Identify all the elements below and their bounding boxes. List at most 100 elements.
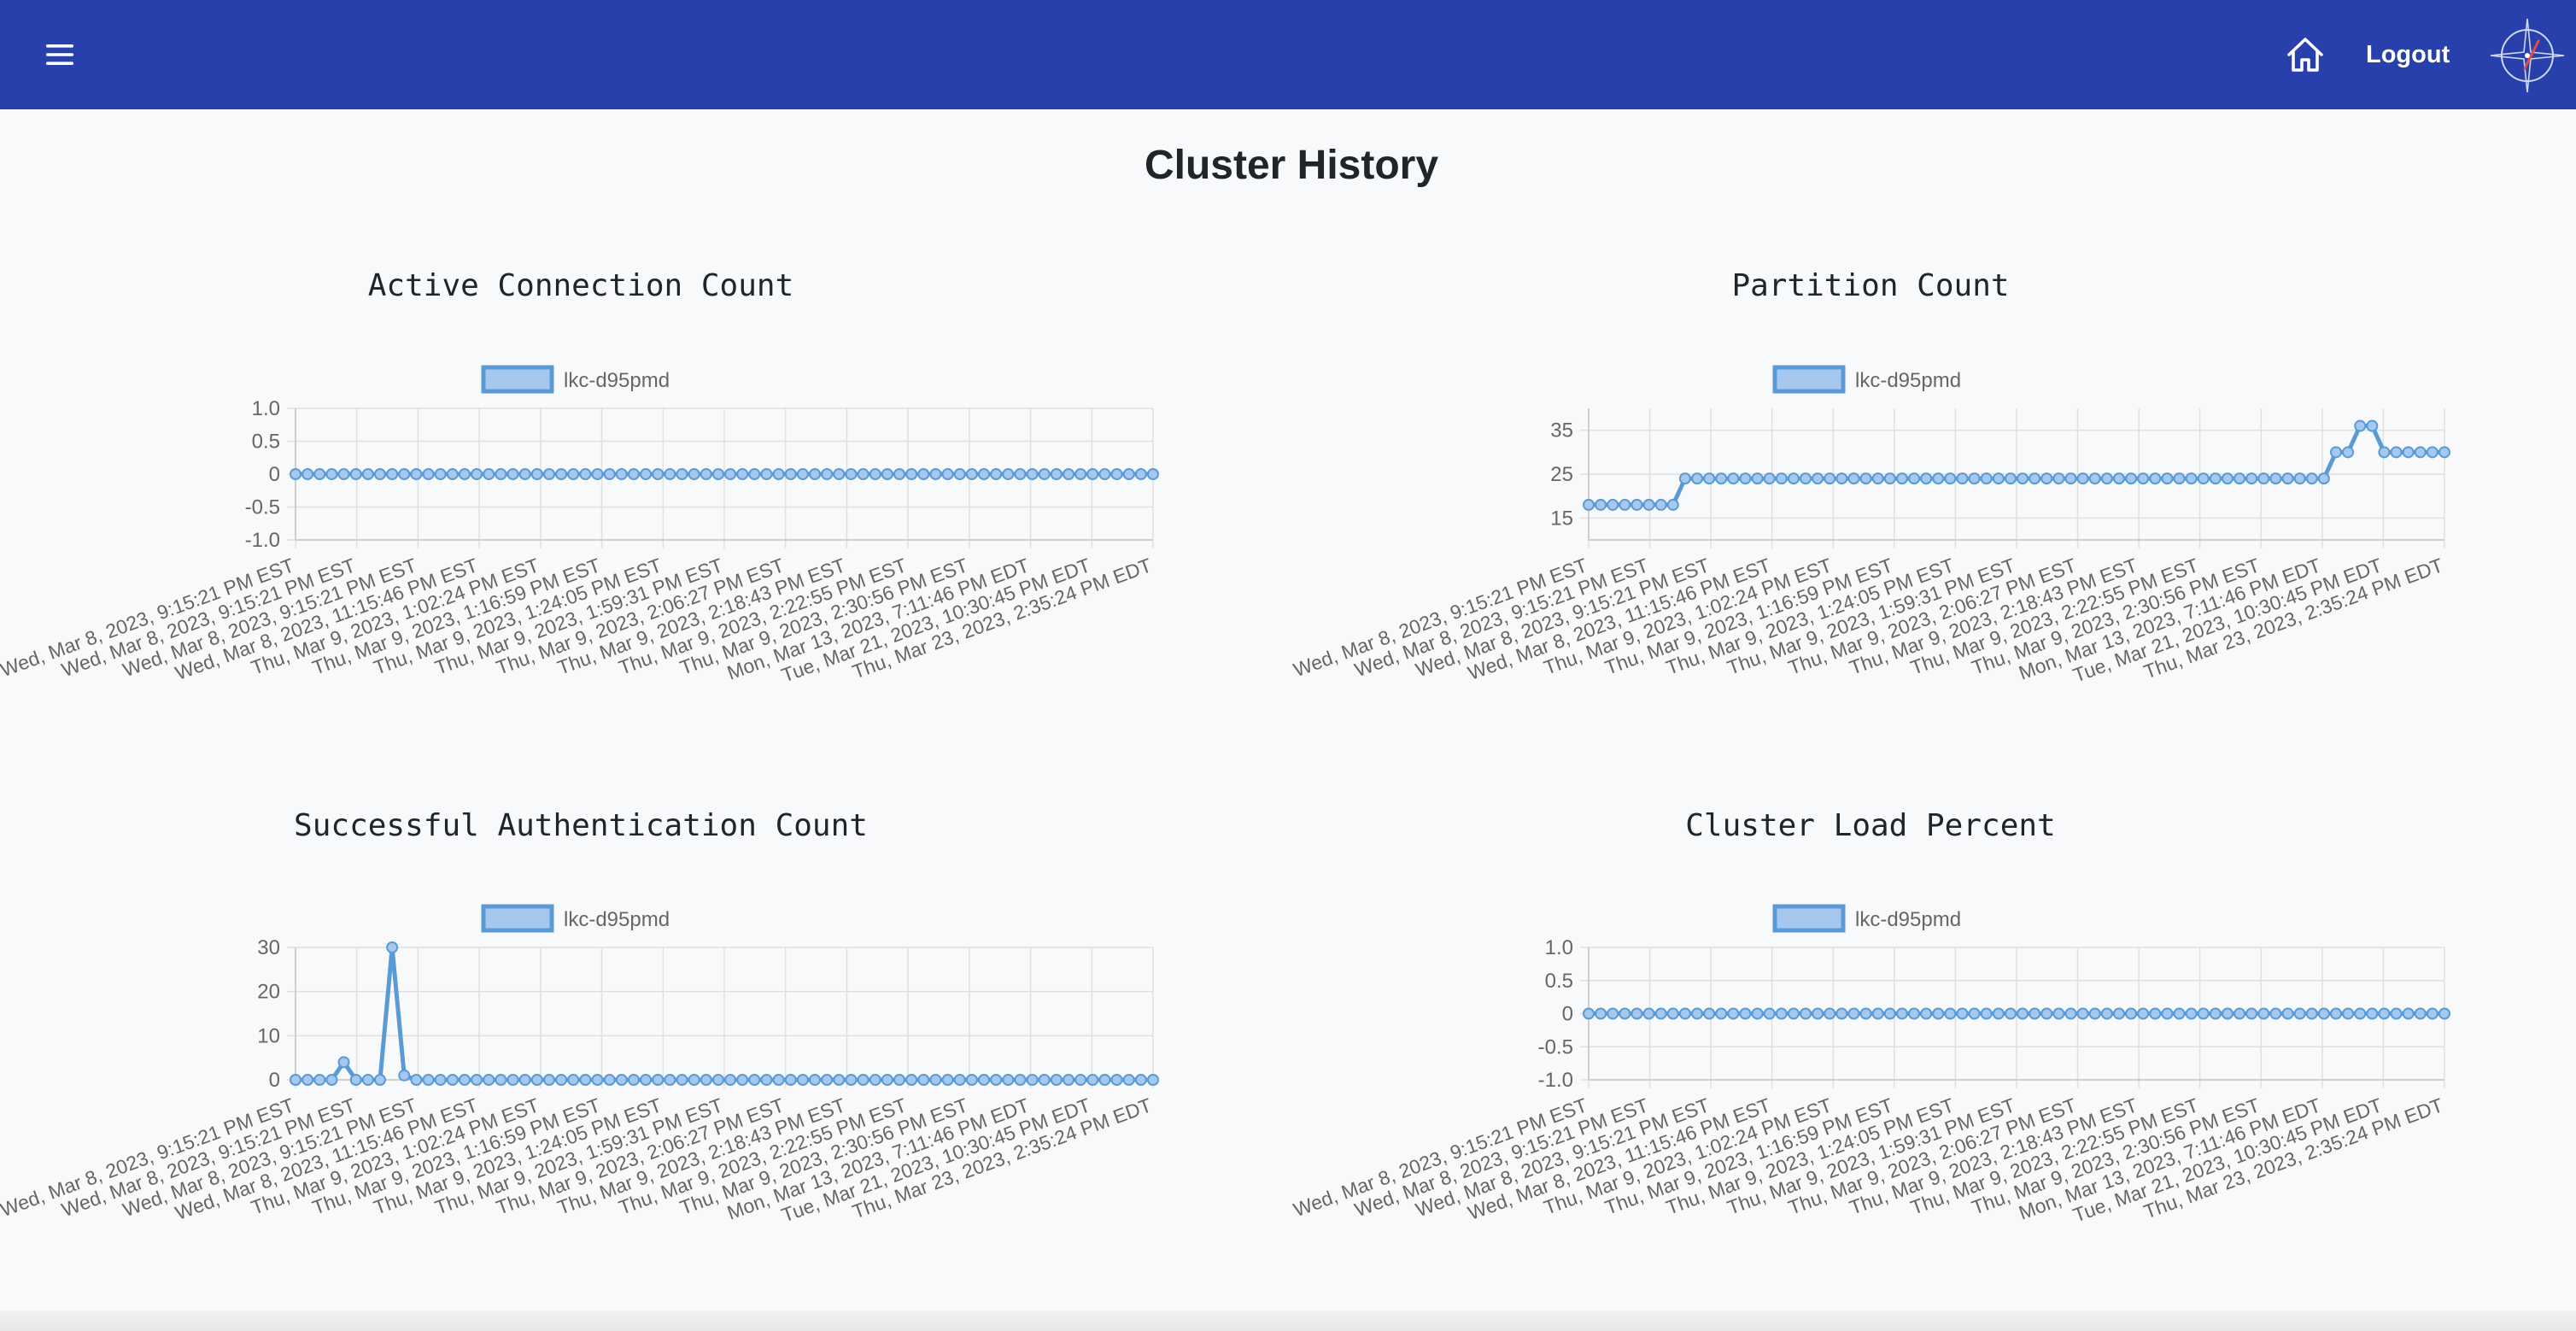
data-point	[337, 1056, 350, 1069]
y-tick-label: 10	[257, 1024, 280, 1047]
data-point	[1098, 1074, 1111, 1086]
data-point	[772, 1074, 785, 1086]
data-point	[2125, 1007, 2138, 1020]
data-point	[929, 468, 942, 480]
data-point	[2317, 1007, 2330, 1020]
data-point	[652, 468, 664, 480]
data-point	[2293, 1007, 2306, 1020]
data-point	[881, 1074, 893, 1086]
data-point	[821, 468, 834, 480]
data-point	[518, 1074, 531, 1086]
data-point	[555, 468, 568, 480]
data-point	[2402, 446, 2415, 459]
data-point	[978, 1074, 991, 1086]
data-point	[2378, 1007, 2391, 1020]
data-point	[542, 468, 555, 480]
data-point	[2173, 1007, 2186, 1020]
data-point	[1920, 1007, 1933, 1020]
y-tick-label: -1.0	[245, 529, 280, 552]
data-point	[1063, 468, 1075, 480]
data-point	[857, 1074, 869, 1086]
data-point	[748, 1074, 761, 1086]
data-point	[1944, 472, 1957, 485]
data-point	[1956, 472, 1969, 485]
data-point	[893, 468, 906, 480]
data-point	[2137, 472, 2150, 485]
data-point	[1847, 1007, 1860, 1020]
data-point	[2281, 472, 2294, 485]
data-point	[2161, 472, 2174, 485]
data-point	[1715, 472, 1728, 485]
data-point	[1654, 1007, 1667, 1020]
data-point	[2112, 472, 2125, 485]
data-point	[2245, 1007, 2258, 1020]
data-point	[2076, 472, 2089, 485]
data-point	[2414, 1007, 2427, 1020]
data-point	[1583, 498, 1595, 511]
data-point	[1932, 472, 1945, 485]
data-point	[2052, 472, 2065, 485]
data-point	[2305, 472, 2318, 485]
data-point	[1607, 498, 1619, 511]
data-point	[483, 468, 495, 480]
data-point	[1678, 472, 1691, 485]
data-point	[1800, 472, 1812, 485]
data-point	[446, 468, 459, 480]
data-point	[784, 468, 797, 480]
data-point	[905, 1074, 918, 1086]
data-point	[1739, 1007, 1752, 1020]
data-point	[941, 1074, 954, 1086]
data-point	[1800, 1007, 1812, 1020]
data-point	[1002, 1074, 1015, 1086]
legend-swatch	[481, 904, 554, 933]
data-point	[337, 468, 350, 480]
data-point	[990, 1074, 1003, 1086]
data-point	[1110, 468, 1123, 480]
data-point	[361, 468, 374, 480]
data-point	[2197, 1007, 2210, 1020]
data-point	[941, 468, 954, 480]
data-point	[1920, 472, 1933, 485]
data-point	[2354, 419, 2367, 432]
data-point	[1122, 1074, 1135, 1086]
data-point	[2342, 1007, 2355, 1020]
y-tick-label: 0.5	[1545, 970, 1573, 993]
data-point	[386, 941, 399, 953]
data-point	[2052, 1007, 2065, 1020]
data-point	[2245, 472, 2258, 485]
data-point	[1812, 1007, 1824, 1020]
data-point	[2402, 1007, 2415, 1020]
data-point	[530, 1074, 543, 1086]
data-point	[302, 468, 314, 480]
data-point	[760, 1074, 773, 1086]
data-point	[2125, 472, 2138, 485]
data-point	[2161, 1007, 2174, 1020]
data-point	[1678, 1007, 1691, 1020]
data-point	[1932, 1007, 1945, 1020]
data-point	[1908, 1007, 1921, 1020]
data-point	[1122, 468, 1135, 480]
data-point	[2378, 446, 2391, 459]
data-point	[2137, 1007, 2150, 1020]
data-point	[1147, 468, 1159, 480]
data-point	[1086, 1074, 1099, 1086]
data-point	[398, 468, 411, 480]
data-point	[495, 468, 507, 480]
data-point	[724, 1074, 737, 1086]
data-point	[1098, 468, 1111, 480]
data-point	[652, 1074, 664, 1086]
data-point	[1595, 1007, 1607, 1020]
y-tick-label: 0	[269, 1069, 280, 1092]
data-point	[760, 468, 773, 480]
data-point	[2269, 1007, 2282, 1020]
legend-label: lkc-d95pmd	[1855, 369, 1961, 392]
data-point	[1787, 1007, 1800, 1020]
data-point	[518, 468, 531, 480]
charts-canvas: 1.00.50-0.5-1.0Wed, Mar 8, 2023, 9:15:21…	[0, 365, 2450, 1227]
data-point	[434, 1074, 447, 1086]
data-point	[978, 468, 991, 480]
data-point	[567, 468, 580, 480]
data-point	[965, 468, 978, 480]
data-point	[2100, 1007, 2113, 1020]
data-point	[796, 1074, 809, 1086]
